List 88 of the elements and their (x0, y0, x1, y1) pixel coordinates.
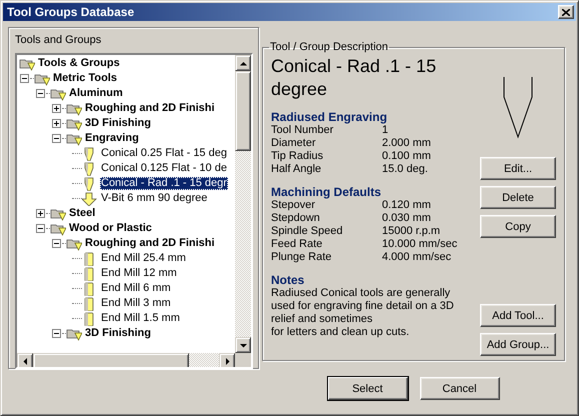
tree-item[interactable]: End Mill 25.4 mm (100, 252, 187, 265)
folder-icon (66, 116, 82, 130)
property-value: 0.100 mm (382, 150, 432, 163)
tree-item[interactable]: Roughing and 2D Finishi (84, 237, 216, 250)
collapse-icon[interactable] (36, 224, 45, 233)
property-value: 15000 r.p.m (382, 225, 442, 238)
select-button[interactable]: Select (328, 377, 408, 400)
tree-item[interactable]: Steel (68, 207, 96, 220)
copy-button[interactable]: Copy (480, 215, 556, 238)
folder-icon (66, 102, 82, 116)
property-value: 4.000 mm/sec (382, 251, 452, 264)
panel-legend: Tool / Group Description (269, 41, 389, 53)
property-value: 0.120 mm (382, 199, 432, 212)
tree-item[interactable]: Conical 0.25 Flat - 15 deg (100, 147, 228, 160)
arrow-tool-icon (82, 192, 98, 206)
scroll-left-button[interactable] (17, 353, 33, 367)
add-group-button[interactable]: Add Group... (480, 333, 556, 356)
property-label: Stepdown (271, 212, 321, 225)
scroll-thumb[interactable] (235, 71, 251, 151)
property-label: Spindle Speed (271, 225, 344, 238)
folder-icon (66, 326, 82, 340)
collapse-icon[interactable] (52, 239, 61, 248)
tree-item[interactable]: Wood or Plastic (68, 222, 153, 235)
delete-button[interactable]: Delete (480, 186, 556, 209)
tree-item[interactable]: End Mill 12 mm (100, 267, 178, 280)
collapse-icon[interactable] (52, 329, 61, 338)
tree-item[interactable]: Conical - Rad .1 - 15 degr (100, 177, 228, 190)
scrollbar-corner (235, 353, 251, 367)
property-value: 1 (382, 124, 390, 137)
tree-item[interactable]: End Mill 1.5 mm (100, 312, 181, 325)
close-icon (562, 8, 570, 16)
property-label: Plunge Rate (271, 251, 333, 264)
property-label: Tool Number (271, 124, 334, 137)
arrow-icon (224, 358, 230, 364)
property-label: Half Angle (271, 163, 322, 176)
scroll-thumb[interactable] (33, 353, 189, 367)
scroll-right-button[interactable] (219, 353, 235, 367)
scroll-up-button[interactable] (235, 55, 251, 71)
tree-item[interactable]: Engraving (84, 132, 140, 145)
arrow-icon (240, 60, 246, 66)
folder-icon (50, 206, 66, 220)
arrow-icon (22, 358, 28, 364)
expand-icon[interactable] (36, 209, 45, 218)
collapse-icon[interactable] (36, 89, 45, 98)
folder-icon (66, 236, 82, 250)
tree-item[interactable]: Roughing and 2D Finishi (84, 102, 216, 115)
tree-item[interactable]: 3D Finishing (84, 327, 152, 340)
folder-icon (66, 132, 82, 146)
property-label: Tip Radius (271, 150, 324, 163)
folder-icon (34, 72, 50, 86)
property-value: 0.030 mm (382, 212, 432, 225)
collapse-icon[interactable] (20, 74, 29, 83)
tree-item[interactable]: 3D Finishing (84, 117, 152, 130)
horizontal-scrollbar[interactable] (17, 353, 235, 367)
expand-icon[interactable] (52, 104, 61, 113)
tree-item[interactable]: Aluminum (68, 87, 124, 100)
tree-item[interactable]: End Mill 6 mm (100, 282, 172, 295)
cancel-button[interactable]: Cancel (420, 377, 500, 400)
property-value: 10.000 mm/sec (382, 238, 458, 251)
property-value: 15.0 deg. (382, 163, 429, 176)
add-tool-button[interactable]: Add Tool... (480, 304, 556, 327)
scroll-down-button[interactable] (235, 337, 251, 353)
folder-icon (19, 56, 35, 70)
folder-icon (50, 222, 66, 236)
tree-item[interactable]: Conical 0.125 Flat - 10 de (100, 162, 228, 175)
arrow-icon (240, 342, 246, 348)
collapse-icon[interactable] (52, 134, 61, 143)
panel-label: Tools and Groups (15, 34, 102, 48)
expand-icon[interactable] (52, 119, 61, 128)
section-heading: Radiused Engraving (271, 110, 388, 124)
tree-item[interactable]: Metric Tools (52, 72, 118, 85)
property-value: 2.000 mm (382, 137, 432, 150)
vertical-scrollbar[interactable] (235, 55, 251, 353)
edit-button[interactable]: Edit... (480, 157, 556, 180)
tree-item[interactable]: Tools & Groups (37, 57, 121, 70)
section-heading: Notes (271, 273, 306, 287)
tree-item[interactable]: End Mill 3 mm (100, 297, 172, 310)
close-button[interactable] (558, 5, 574, 19)
notes-text: Radiused Conical tools are generally used for engraving fine detail on a 3D relief and sometimes for letters and clean up cuts. (271, 287, 455, 339)
section-heading: Machining Defaults (271, 185, 382, 199)
tree-item[interactable]: V-Bit 6 mm 90 degree (100, 192, 208, 205)
property-label: Stepover (271, 199, 316, 212)
folder-icon (50, 86, 66, 100)
window-title: Tool Groups Database (7, 5, 134, 19)
tool-title: Conical - Rad .1 - 15 degree (271, 55, 438, 101)
property-label: Feed Rate (271, 238, 324, 251)
tool-profile-drawing (503, 77, 533, 139)
property-label: Diameter (271, 137, 317, 150)
